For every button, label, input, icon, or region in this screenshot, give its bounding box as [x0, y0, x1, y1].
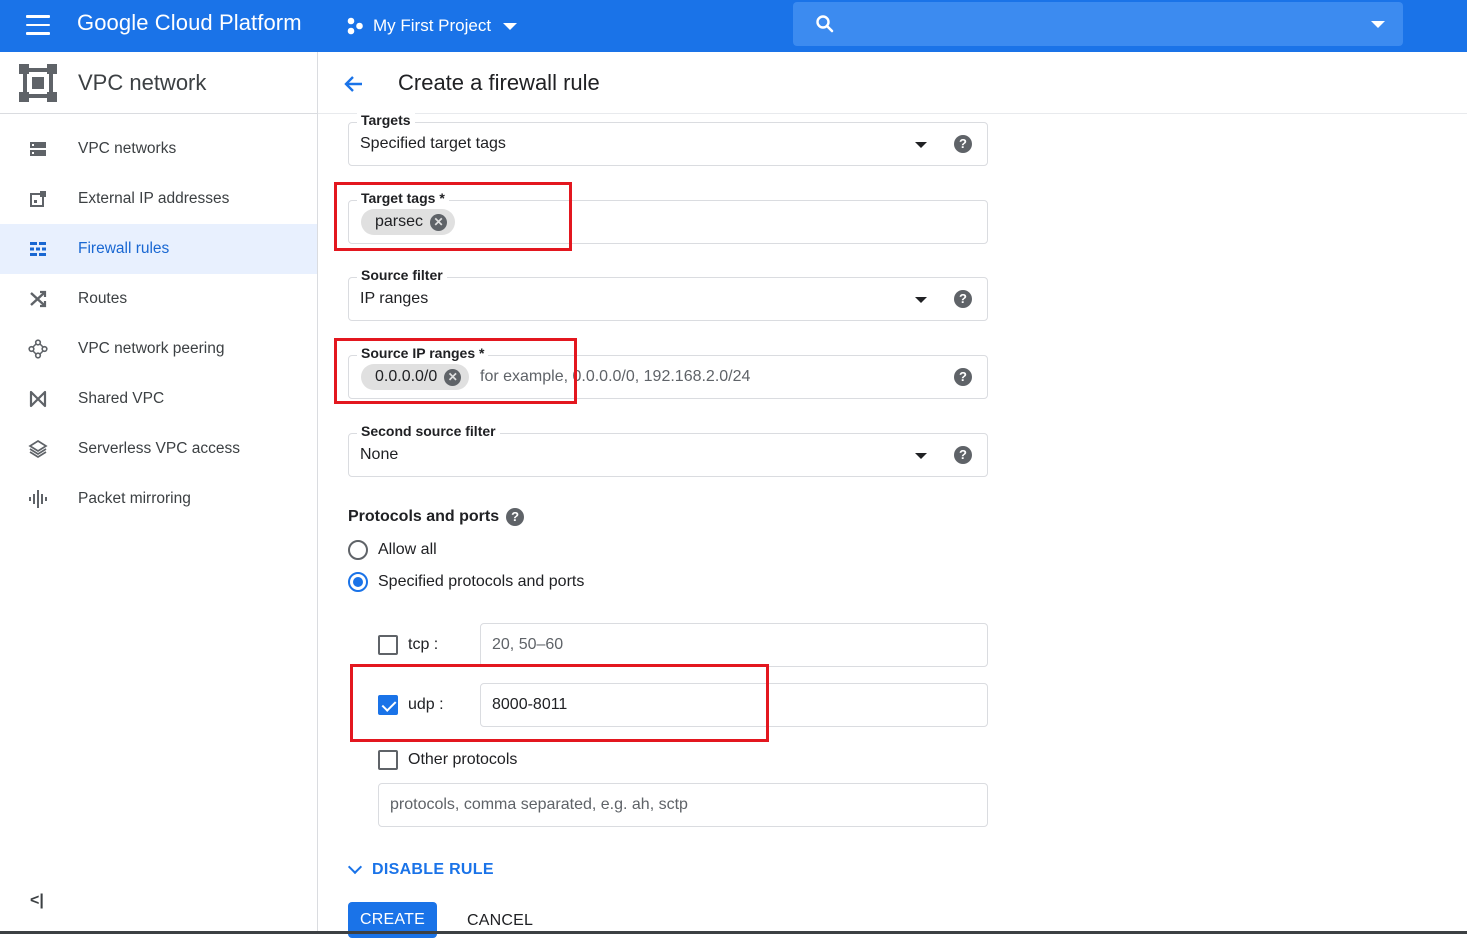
sidebar-item-routes[interactable]: Routes [0, 274, 317, 324]
sidebar-item-shared-vpc[interactable]: Shared VPC [0, 374, 317, 424]
sidebar-item-serverless-vpc[interactable]: Serverless VPC access [0, 424, 317, 474]
radio-button[interactable] [348, 572, 368, 592]
radio-button[interactable] [348, 540, 368, 560]
tcp-label: tcp : [408, 636, 439, 653]
sidebar-title: VPC network [78, 70, 207, 95]
sidebar-item-label: Routes [78, 290, 128, 307]
sidebar-item-label: VPC networks [78, 140, 177, 157]
specified-protocols-label: Specified protocols and ports [378, 573, 585, 590]
source-filter-label: Source filter [357, 267, 447, 283]
other-protocols-checkbox[interactable] [378, 750, 398, 770]
sidebar-item-packet-mirroring[interactable]: Packet mirroring [0, 474, 317, 524]
targets-value: Specified target tags [360, 135, 506, 152]
sidebar-item-label: Shared VPC [78, 390, 165, 407]
collapse-sidebar-button[interactable]: <| [30, 892, 44, 910]
source-filter-select[interactable]: Source filter IP ranges ? [348, 267, 988, 321]
allow-all-label: Allow all [378, 541, 437, 558]
project-name: My First Project [373, 16, 492, 35]
brand-title[interactable]: Google Cloud Platform [77, 10, 302, 36]
chevron-down-icon [503, 22, 518, 30]
source-filter-value: IP ranges [360, 290, 429, 307]
other-protocols-input[interactable]: protocols, comma separated, e.g. ah, sct… [378, 783, 988, 827]
tcp-checkbox[interactable] [378, 635, 398, 655]
project-icon [347, 17, 363, 35]
shared-vpc-icon [29, 390, 47, 408]
tcp-checkbox-row[interactable]: tcp : [378, 635, 438, 655]
sidebar-header: VPC network [0, 52, 317, 114]
highlight-box [334, 338, 577, 404]
help-icon[interactable]: ? [954, 290, 972, 308]
chevron-down-icon[interactable] [1371, 21, 1385, 28]
second-source-filter-value: None [360, 446, 399, 463]
protocols-title: Protocols and ports [348, 508, 500, 525]
tcp-ports-input[interactable]: 20, 50–60 [480, 623, 988, 667]
menu-icon[interactable] [26, 15, 50, 35]
chevron-down-icon[interactable] [915, 297, 927, 303]
protocols-section-title: Protocols and ports ? [348, 508, 525, 526]
help-icon[interactable]: ? [954, 446, 972, 464]
sidebar-item-vpc-networks[interactable]: VPC networks [0, 124, 317, 174]
peering-icon [28, 339, 48, 359]
page-header: Create a firewall rule [318, 52, 1467, 114]
disable-rule-label: DISABLE RULE [372, 861, 494, 878]
routes-icon [30, 290, 47, 308]
other-protocols-checkbox-row[interactable]: Other protocols [378, 750, 517, 770]
search-icon [816, 15, 834, 33]
sidebar-item-firewall-rules[interactable]: Firewall rules [0, 224, 317, 274]
sidebar: VPC network VPC networks External IP add… [0, 52, 318, 934]
sidebar-item-label: External IP addresses [78, 190, 230, 207]
help-icon[interactable]: ? [506, 508, 525, 526]
sidebar-item-label: Firewall rules [78, 240, 170, 257]
targets-select[interactable]: Targets Specified target tags ? [348, 112, 988, 166]
disable-rule-toggle[interactable]: DISABLE RULE [346, 859, 494, 879]
allow-all-radio[interactable]: Allow all [348, 540, 437, 560]
sidebar-item-label: Packet mirroring [78, 490, 191, 507]
highlight-box [334, 182, 572, 251]
help-icon[interactable]: ? [954, 135, 972, 153]
external-ip-icon [30, 191, 46, 207]
chevron-down-icon[interactable] [915, 142, 927, 148]
sidebar-item-label: VPC network peering [78, 340, 225, 357]
vpc-network-logo-icon [19, 64, 57, 102]
highlight-box [350, 664, 769, 742]
firewall-icon [30, 242, 46, 256]
serverless-icon [28, 439, 48, 459]
top-app-bar: Google Cloud Platform My First Project [0, 0, 1467, 52]
vpc-networks-icon [30, 142, 46, 156]
chevron-down-icon[interactable] [915, 453, 927, 459]
page-title: Create a firewall rule [398, 70, 600, 95]
other-protocols-label: Other protocols [408, 751, 518, 768]
sidebar-item-external-ip[interactable]: External IP addresses [0, 174, 317, 224]
sidebar-item-vpc-peering[interactable]: VPC network peering [0, 324, 317, 374]
second-source-filter-label: Second source filter [357, 423, 500, 439]
back-arrow-icon[interactable] [342, 73, 364, 95]
help-icon[interactable]: ? [954, 368, 972, 386]
sidebar-item-label: Serverless VPC access [78, 440, 240, 457]
search-input[interactable] [793, 2, 1403, 46]
chevron-down-icon [347, 859, 363, 875]
specified-protocols-radio[interactable]: Specified protocols and ports [348, 572, 584, 592]
second-source-filter-select[interactable]: Second source filter None ? [348, 423, 988, 477]
project-selector[interactable]: My First Project [345, 12, 518, 40]
packet-mirroring-icon [29, 490, 47, 508]
cancel-button[interactable]: CANCEL [467, 912, 533, 930]
targets-label: Targets [357, 112, 415, 128]
